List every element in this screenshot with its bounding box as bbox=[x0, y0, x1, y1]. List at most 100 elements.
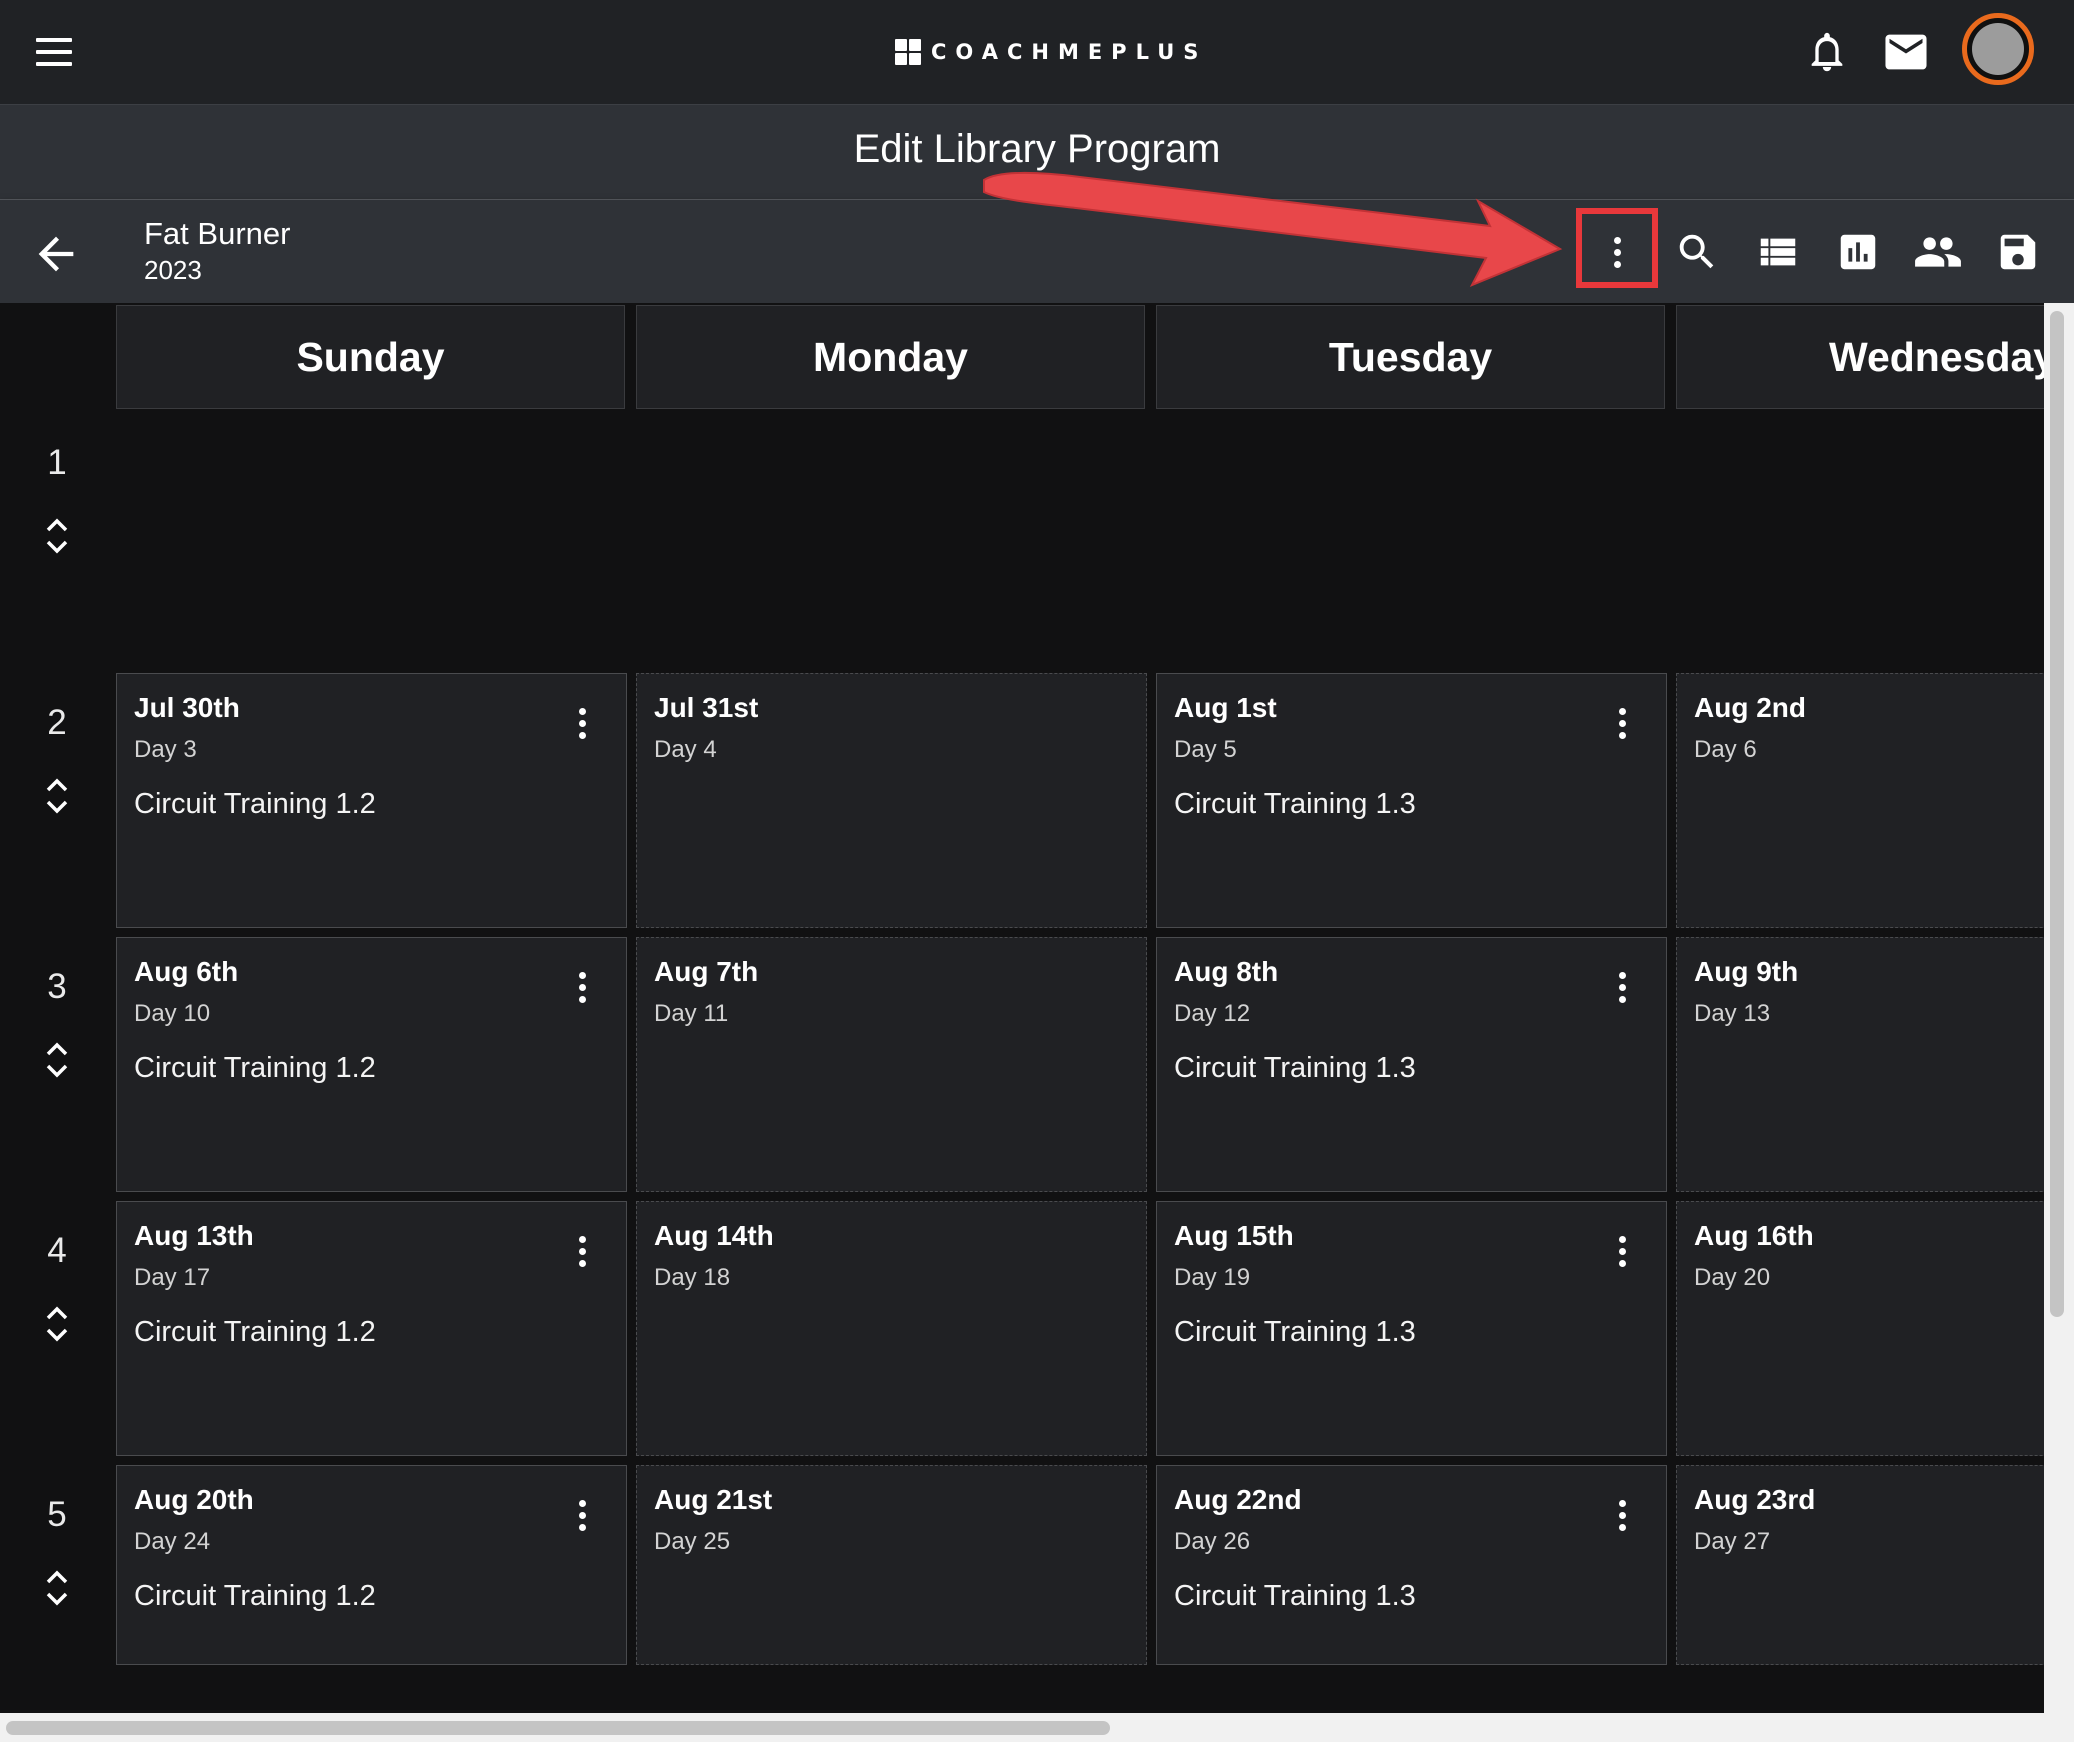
more-vert-icon[interactable] bbox=[1611, 1236, 1633, 1276]
cell-day-number: Day 17 bbox=[134, 1264, 211, 1291]
day-header-tuesday: Tuesday bbox=[1156, 305, 1665, 409]
cell-date: Aug 7th bbox=[654, 956, 759, 987]
program-toolbar: Fat Burner 2023 bbox=[0, 199, 2074, 304]
cell-date: Jul 31st bbox=[654, 692, 759, 723]
cell-date: Aug 13th bbox=[134, 1220, 254, 1251]
cell-day-number: Day 3 bbox=[134, 736, 197, 763]
program-year: 2023 bbox=[144, 255, 202, 285]
reorder-week-icon[interactable] bbox=[40, 1301, 74, 1347]
more-vert-icon[interactable] bbox=[1587, 222, 1647, 282]
workout-name[interactable]: Circuit Training 1.2 bbox=[134, 1316, 376, 1349]
cell-day-number: Day 12 bbox=[1174, 1000, 1251, 1027]
week-number: 5 bbox=[47, 1495, 67, 1534]
day-cell[interactable]: Aug 13th Day 17 Circuit Training 1.2 bbox=[116, 1201, 627, 1456]
calendar-grid: Sunday Monday Tuesday Wednesday 1 2 Jul 30th Da… bbox=[0, 303, 2074, 1713]
list-icon[interactable] bbox=[1748, 222, 1808, 282]
day-cell[interactable]: Aug 21st Day 25 bbox=[636, 1465, 1147, 1665]
workout-name[interactable]: Circuit Training 1.2 bbox=[134, 1052, 376, 1085]
bell-icon[interactable] bbox=[1799, 24, 1855, 80]
cell-date: Jul 30th bbox=[134, 692, 240, 723]
cell-day-number: Day 5 bbox=[1174, 736, 1237, 763]
people-icon[interactable] bbox=[1908, 222, 1968, 282]
day-cell[interactable]: Jul 30th Day 3 Circuit Training 1.2 bbox=[116, 673, 627, 928]
week-number: 2 bbox=[47, 703, 67, 742]
bar-chart-icon[interactable] bbox=[1828, 222, 1888, 282]
cell-day-number: Day 10 bbox=[134, 1000, 211, 1027]
reorder-week-icon[interactable] bbox=[40, 1565, 74, 1611]
day-cell[interactable]: Aug 2nd Day 6 bbox=[1676, 673, 2074, 928]
day-header-sunday: Sunday bbox=[116, 305, 625, 409]
top-app-bar: COACHMEPLUS bbox=[0, 0, 2074, 104]
workout-name[interactable]: Circuit Training 1.3 bbox=[1174, 1052, 1416, 1085]
cell-date: Aug 9th bbox=[1694, 956, 1799, 987]
day-cell[interactable]: Aug 20th Day 24 Circuit Training 1.2 bbox=[116, 1465, 627, 1665]
vertical-scrollbar[interactable] bbox=[2044, 303, 2074, 1713]
cell-date: Aug 6th bbox=[134, 956, 239, 987]
cell-day-number: Day 26 bbox=[1174, 1528, 1251, 1555]
cell-date: Aug 1st bbox=[1174, 692, 1277, 723]
cell-day-number: Day 4 bbox=[654, 736, 717, 763]
workout-name[interactable]: Circuit Training 1.2 bbox=[134, 788, 376, 821]
reorder-week-icon[interactable] bbox=[40, 513, 74, 559]
day-cell[interactable]: Aug 9th Day 13 bbox=[1676, 937, 2074, 1192]
more-vert-icon[interactable] bbox=[1611, 708, 1633, 748]
day-cell[interactable]: Aug 1st Day 5 Circuit Training 1.3 bbox=[1156, 673, 1667, 928]
brand-logo: COACHMEPLUS bbox=[895, 34, 1207, 70]
day-cell[interactable]: Aug 16th Day 20 bbox=[1676, 1201, 2074, 1456]
more-vert-icon[interactable] bbox=[571, 972, 593, 1012]
day-cell[interactable]: Jul 31st Day 4 bbox=[636, 673, 1147, 928]
app-window: COACHMEPLUS Edit Library Program Fat Bur… bbox=[0, 0, 2074, 1742]
cell-date: Aug 8th bbox=[1174, 956, 1279, 987]
week-number: 4 bbox=[47, 1231, 67, 1270]
cell-date: Aug 14th bbox=[654, 1220, 774, 1251]
search-icon[interactable] bbox=[1667, 222, 1727, 282]
reorder-week-icon[interactable] bbox=[40, 773, 74, 819]
back-arrow-icon[interactable] bbox=[30, 228, 82, 280]
more-vert-icon[interactable] bbox=[571, 708, 593, 748]
horizontal-scroll-thumb[interactable] bbox=[6, 1721, 1110, 1735]
workout-name[interactable]: Circuit Training 1.2 bbox=[134, 1580, 376, 1613]
cell-date: Aug 22nd bbox=[1174, 1484, 1302, 1515]
cell-day-number: Day 20 bbox=[1694, 1264, 1771, 1291]
day-cell[interactable]: Aug 14th Day 18 bbox=[636, 1201, 1147, 1456]
day-cell[interactable]: Aug 7th Day 11 bbox=[636, 937, 1147, 1192]
cell-date: Aug 21st bbox=[654, 1484, 773, 1515]
day-cell[interactable]: Aug 8th Day 12 Circuit Training 1.3 bbox=[1156, 937, 1667, 1192]
day-cell[interactable]: Aug 15th Day 19 Circuit Training 1.3 bbox=[1156, 1201, 1667, 1456]
day-header-monday: Monday bbox=[636, 305, 1145, 409]
vertical-scroll-thumb[interactable] bbox=[2050, 311, 2064, 1317]
day-cell[interactable]: Aug 6th Day 10 Circuit Training 1.2 bbox=[116, 937, 627, 1192]
cell-date: Aug 15th bbox=[1174, 1220, 1294, 1251]
day-cell[interactable]: Aug 22nd Day 26 Circuit Training 1.3 bbox=[1156, 1465, 1667, 1665]
workout-name[interactable]: Circuit Training 1.3 bbox=[1174, 1316, 1416, 1349]
program-name: Fat Burner bbox=[144, 216, 291, 251]
title-bar: Edit Library Program bbox=[0, 104, 2074, 200]
save-icon[interactable] bbox=[1988, 222, 2048, 282]
cell-day-number: Day 18 bbox=[654, 1264, 731, 1291]
week-number: 1 bbox=[47, 443, 67, 482]
cell-date: Aug 2nd bbox=[1694, 692, 1806, 723]
more-vert-icon[interactable] bbox=[571, 1500, 593, 1540]
more-vert-icon[interactable] bbox=[1611, 1500, 1633, 1540]
cell-day-number: Day 24 bbox=[134, 1528, 211, 1555]
day-header-wednesday: Wednesday bbox=[1676, 305, 2074, 409]
horizontal-scrollbar[interactable] bbox=[0, 1713, 2074, 1742]
mail-icon[interactable] bbox=[1878, 24, 1934, 80]
avatar[interactable] bbox=[1962, 13, 2034, 85]
more-vert-icon[interactable] bbox=[1611, 972, 1633, 1012]
menu-icon[interactable] bbox=[34, 34, 78, 70]
cell-date: Aug 16th bbox=[1694, 1220, 1814, 1251]
day-cell[interactable]: Aug 23rd Day 27 bbox=[1676, 1465, 2074, 1665]
cell-day-number: Day 25 bbox=[654, 1528, 731, 1555]
brand-text: COACHMEPLUS bbox=[931, 40, 1208, 64]
brand-mark-icon bbox=[895, 39, 921, 65]
cell-date: Aug 23rd bbox=[1694, 1484, 1816, 1515]
cell-day-number: Day 6 bbox=[1694, 736, 1757, 763]
cell-day-number: Day 19 bbox=[1174, 1264, 1251, 1291]
more-vert-icon[interactable] bbox=[571, 1236, 593, 1276]
workout-name[interactable]: Circuit Training 1.3 bbox=[1174, 788, 1416, 821]
workout-name[interactable]: Circuit Training 1.3 bbox=[1174, 1580, 1416, 1613]
cell-day-number: Day 13 bbox=[1694, 1000, 1771, 1027]
week-number: 3 bbox=[47, 967, 67, 1006]
reorder-week-icon[interactable] bbox=[40, 1037, 74, 1083]
